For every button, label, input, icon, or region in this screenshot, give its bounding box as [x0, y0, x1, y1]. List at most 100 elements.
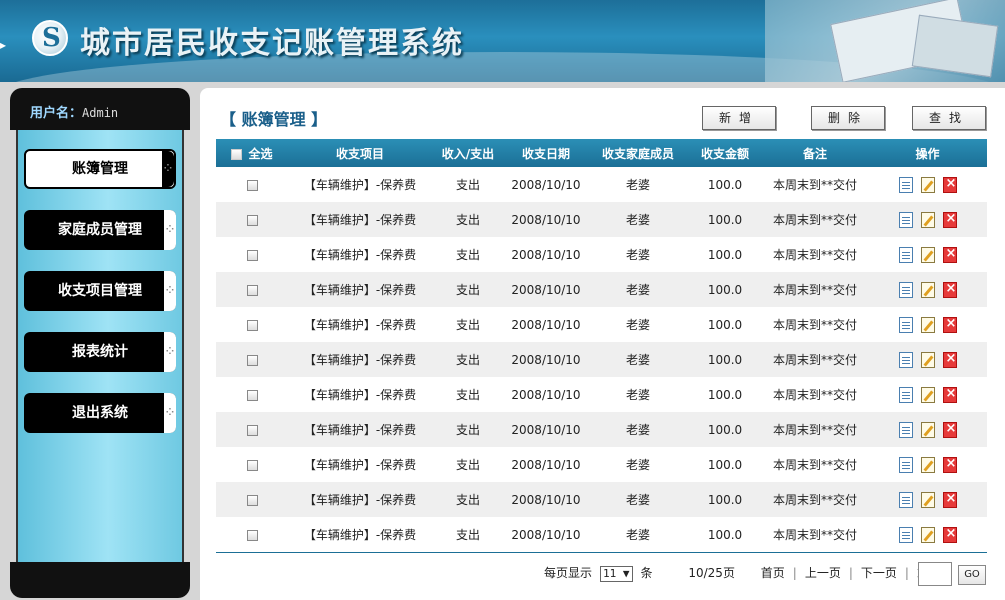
view-icon[interactable]: [898, 281, 913, 298]
sidebar-item-ledger[interactable]: 账簿管理 ⁘: [24, 149, 176, 189]
add-button[interactable]: 新增: [702, 106, 776, 130]
row-select-cell[interactable]: [216, 202, 288, 237]
delete-icon[interactable]: [942, 281, 957, 298]
row-checkbox[interactable]: [246, 179, 258, 191]
row-select-cell[interactable]: [216, 237, 288, 272]
select-all-header[interactable]: 全选: [216, 139, 288, 167]
member-cell: 老婆: [625, 353, 650, 367]
row-checkbox[interactable]: [246, 319, 258, 331]
delete-icon[interactable]: [942, 316, 957, 333]
edit-icon[interactable]: [920, 316, 935, 333]
delete-icon[interactable]: [942, 386, 957, 403]
amount-cell: 100.0: [707, 422, 743, 437]
edit-icon[interactable]: [920, 351, 935, 368]
view-icon[interactable]: [898, 421, 913, 438]
view-icon[interactable]: [898, 351, 913, 368]
item-cell: 【车辆维护】-保养费: [303, 353, 417, 367]
row-select-cell[interactable]: [216, 412, 288, 447]
view-icon[interactable]: [898, 211, 913, 228]
edit-icon[interactable]: [920, 421, 935, 438]
type-cell: 支出: [455, 388, 480, 402]
amount-cell: 100.0: [707, 317, 743, 332]
edit-icon[interactable]: [920, 281, 935, 298]
type-cell: 支出: [455, 423, 480, 437]
select-all-checkbox[interactable]: [231, 148, 243, 160]
go-button[interactable]: GO: [958, 565, 986, 585]
page-info: 10/25页: [688, 566, 735, 580]
sidebar-item-reports[interactable]: 报表统计 ⁘: [24, 332, 176, 372]
row-checkbox[interactable]: [246, 529, 258, 541]
row-select-cell[interactable]: [216, 482, 288, 517]
ops-cell: [868, 377, 987, 412]
app-logo: [32, 20, 68, 56]
delete-icon[interactable]: [942, 491, 957, 508]
view-icon[interactable]: [898, 526, 913, 543]
row-checkbox[interactable]: [246, 389, 258, 401]
row-checkbox[interactable]: [246, 494, 258, 506]
page-number-input[interactable]: [918, 562, 952, 586]
delete-icon[interactable]: [942, 176, 957, 193]
note-cell: 本周末到**交付: [772, 283, 857, 297]
per-page-select[interactable]: 11 ▼: [600, 565, 633, 582]
grip-icon: ⁘: [164, 393, 176, 433]
col-item: 收支项目: [335, 146, 384, 161]
col-ops: 操作: [915, 146, 940, 161]
type-cell: 支出: [455, 283, 480, 297]
edit-icon[interactable]: [920, 386, 935, 403]
edit-icon[interactable]: [920, 491, 935, 508]
date-cell: 2008/10/10: [511, 352, 581, 367]
member-cell: 老婆: [625, 493, 650, 507]
row-select-cell[interactable]: [216, 167, 288, 202]
row-select-cell[interactable]: [216, 517, 288, 552]
user-label: 用户名：: [30, 106, 83, 121]
view-icon[interactable]: [898, 491, 913, 508]
edit-icon[interactable]: [920, 526, 935, 543]
view-icon[interactable]: [898, 386, 913, 403]
delete-button[interactable]: 删除: [811, 106, 885, 130]
note-cell: 本周末到**交付: [772, 423, 857, 437]
sidebar-item-logout[interactable]: 退出系统 ⁘: [24, 393, 176, 433]
date-cell: 2008/10/10: [511, 457, 581, 472]
row-checkbox[interactable]: [246, 354, 258, 366]
edit-icon[interactable]: [920, 176, 935, 193]
row-checkbox[interactable]: [246, 424, 258, 436]
row-checkbox[interactable]: [246, 249, 258, 261]
prev-page-link[interactable]: 上一页: [805, 566, 841, 580]
first-page-link[interactable]: 首页: [761, 566, 785, 580]
search-button[interactable]: 查找: [912, 106, 986, 130]
sidebar-item-family[interactable]: 家庭成员管理 ⁘: [24, 210, 176, 250]
ops-cell: [868, 482, 987, 517]
member-cell: 老婆: [625, 283, 650, 297]
row-checkbox[interactable]: [246, 459, 258, 471]
delete-icon[interactable]: [942, 456, 957, 473]
edit-icon[interactable]: [920, 456, 935, 473]
delete-icon[interactable]: [942, 421, 957, 438]
view-icon[interactable]: [898, 456, 913, 473]
grip-icon: ⁘: [164, 271, 176, 311]
sidebar-item-items[interactable]: 收支项目管理 ⁘: [24, 271, 176, 311]
ops-cell: [868, 202, 987, 237]
row-checkbox[interactable]: [246, 284, 258, 296]
note-cell: 本周末到**交付: [772, 353, 857, 367]
delete-icon[interactable]: [942, 351, 957, 368]
view-icon[interactable]: [898, 316, 913, 333]
row-select-cell[interactable]: [216, 342, 288, 377]
note-cell: 本周末到**交付: [772, 213, 857, 227]
next-page-link[interactable]: 下一页: [861, 566, 897, 580]
amount-cell: 100.0: [707, 177, 743, 192]
row-checkbox[interactable]: [246, 214, 258, 226]
edit-icon[interactable]: [920, 211, 935, 228]
view-icon[interactable]: [898, 176, 913, 193]
view-icon[interactable]: [898, 246, 913, 263]
delete-icon[interactable]: [942, 211, 957, 228]
row-select-cell[interactable]: [216, 272, 288, 307]
delete-icon[interactable]: [942, 526, 957, 543]
row-select-cell[interactable]: [216, 447, 288, 482]
per-page-unit: 条: [640, 566, 653, 580]
edit-icon[interactable]: [920, 246, 935, 263]
member-cell: 老婆: [625, 178, 650, 192]
row-select-cell[interactable]: [216, 307, 288, 342]
sidebar-item-label: 收支项目管理: [58, 283, 142, 299]
row-select-cell[interactable]: [216, 377, 288, 412]
delete-icon[interactable]: [942, 246, 957, 263]
